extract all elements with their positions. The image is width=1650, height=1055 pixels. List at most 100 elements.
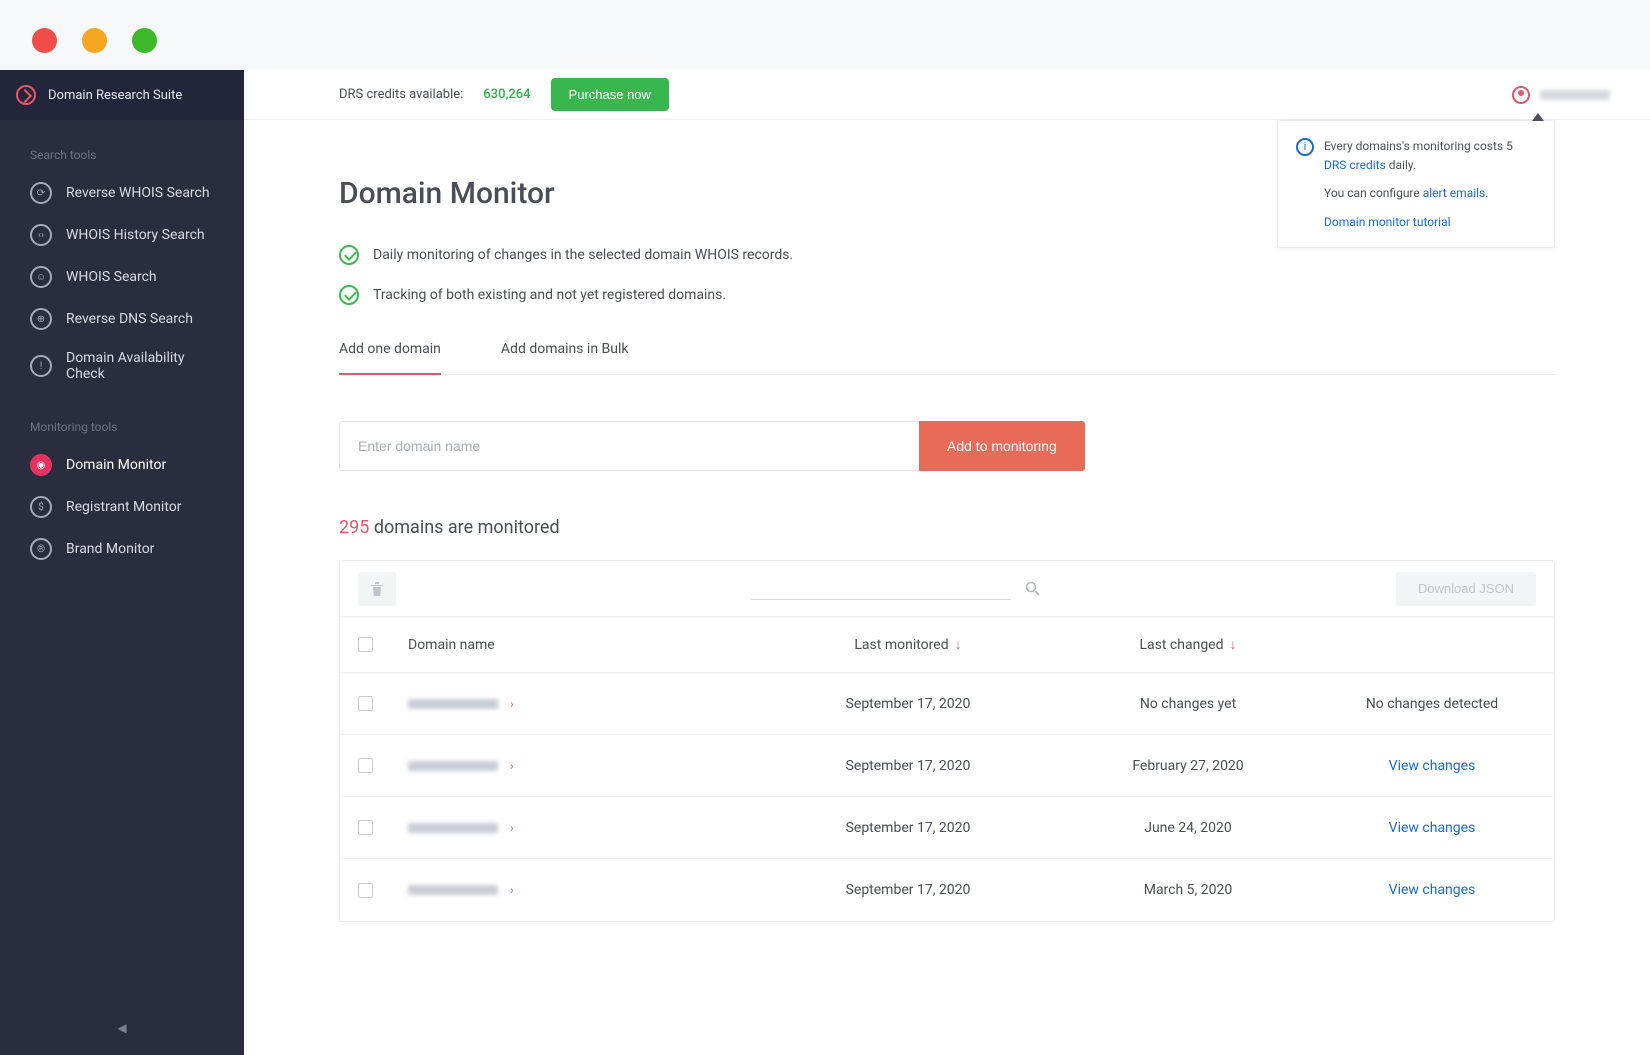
sort-arrow-icon: ↓ (955, 637, 962, 653)
close-window-dot[interactable] (32, 28, 57, 53)
table-row: › September 17, 2020 June 24, 2020 View … (340, 797, 1554, 859)
sidebar-section-search: Search tools (0, 120, 244, 172)
sidebar-item-registrant-monitor[interactable]: $ Registrant Monitor (0, 486, 244, 528)
popup-arrow-icon (1532, 113, 1544, 121)
sidebar-item-label: WHOIS Search (66, 269, 157, 285)
sidebar-item-domain-monitor[interactable]: ◉ Domain Monitor (0, 444, 244, 486)
feature-text: Daily monitoring of changes in the selec… (373, 247, 793, 263)
main-area: DRS credits available: 630,264 Purchase … (244, 70, 1650, 1055)
refresh-icon: ⟳ (30, 182, 52, 204)
last-changed-cell: February 27, 2020 (1048, 758, 1328, 774)
minimize-window-dot[interactable] (82, 28, 107, 53)
table-header: Domain name Last monitored↓ Last changed… (340, 617, 1554, 673)
collapse-sidebar-icon[interactable]: ◀ (0, 1001, 244, 1055)
download-json-button[interactable]: Download JSON (1396, 572, 1536, 606)
user-name-redacted (1540, 90, 1610, 100)
user-icon (1512, 86, 1530, 104)
sidebar-item-label: Domain Monitor (66, 457, 166, 473)
sort-arrow-icon: ↓ (1230, 637, 1237, 653)
sidebar-item-whois-history[interactable]: ‹› WHOIS History Search (0, 214, 244, 256)
sidebar-item-whois-search[interactable]: ☺ WHOIS Search (0, 256, 244, 298)
user-menu[interactable] (1512, 86, 1610, 104)
tabs: Add one domain Add domains in Bulk (339, 341, 1555, 375)
last-changed-cell: March 5, 2020 (1048, 882, 1328, 898)
row-checkbox[interactable] (358, 696, 373, 711)
table-row: › September 17, 2020 February 27, 2020 V… (340, 735, 1554, 797)
table-row: › September 17, 2020 March 5, 2020 View … (340, 859, 1554, 921)
domain-cell[interactable]: › (408, 759, 768, 773)
domain-name-redacted (408, 761, 498, 771)
sidebar-item-brand-monitor[interactable]: ® Brand Monitor (0, 528, 244, 570)
drs-credits-link[interactable]: DRS credits (1324, 158, 1386, 172)
chevron-right-icon: › (510, 759, 514, 773)
domain-cell[interactable]: › (408, 883, 768, 897)
alert-icon: ! (30, 355, 52, 377)
domain-cell[interactable]: › (408, 697, 768, 711)
info-text-2: You can configure alert emails. (1324, 184, 1536, 203)
info-text-1: Every domains's monitoring costs 5 DRS c… (1324, 137, 1536, 174)
brand-title: Domain Research Suite (48, 88, 182, 103)
sidebar-item-label: Domain Availability Check (66, 350, 226, 382)
last-monitored-cell: September 17, 2020 (768, 882, 1048, 898)
sidebar-item-label: Brand Monitor (66, 541, 154, 557)
target-icon: ◉ (30, 454, 52, 476)
sidebar-item-reverse-whois[interactable]: ⟳ Reverse WHOIS Search (0, 172, 244, 214)
domain-name-redacted (408, 699, 498, 709)
person-icon: ☺ (30, 266, 52, 288)
last-monitored-cell: September 17, 2020 (768, 820, 1048, 836)
domain-cell[interactable]: › (408, 821, 768, 835)
sidebar-item-label: Reverse WHOIS Search (66, 185, 210, 201)
domain-input[interactable] (339, 421, 919, 471)
table-row: › September 17, 2020 No changes yet No c… (340, 673, 1554, 735)
count-text: domains are monitored (369, 517, 559, 538)
chevron-right-icon: › (510, 883, 514, 897)
feature-item: Tracking of both existing and not yet re… (339, 285, 1555, 305)
info-popup: i Every domains's monitoring costs 5 DRS… (1277, 120, 1555, 248)
row-action[interactable]: View changes (1328, 820, 1536, 836)
row-action[interactable]: View changes (1328, 882, 1536, 898)
tab-add-bulk[interactable]: Add domains in Bulk (501, 341, 629, 374)
maximize-window-dot[interactable] (132, 28, 157, 53)
sidebar-item-reverse-dns[interactable]: ⊕ Reverse DNS Search (0, 298, 244, 340)
monitored-count: 295 domains are monitored (339, 517, 1555, 538)
registered-icon: ® (30, 538, 52, 560)
purchase-button[interactable]: Purchase now (551, 78, 669, 111)
credits-value: 630,264 (483, 87, 530, 102)
window-traffic-lights (0, 0, 1650, 70)
row-checkbox[interactable] (358, 758, 373, 773)
table-search-input[interactable] (751, 578, 1011, 600)
tab-add-one[interactable]: Add one domain (339, 341, 441, 375)
feature-text: Tracking of both existing and not yet re… (373, 287, 726, 303)
row-checkbox[interactable] (358, 883, 373, 898)
row-checkbox[interactable] (358, 820, 373, 835)
sidebar-item-domain-availability[interactable]: ! Domain Availability Check (0, 340, 244, 392)
delete-button[interactable] (358, 572, 396, 606)
add-to-monitoring-button[interactable]: Add to monitoring (919, 421, 1085, 471)
table-toolbar: Download JSON (340, 561, 1554, 617)
chevron-right-icon: › (510, 697, 514, 711)
last-changed-cell: June 24, 2020 (1048, 820, 1328, 836)
check-icon (339, 245, 359, 265)
domains-table: Download JSON Domain name Last monitored… (339, 560, 1555, 922)
brand-header[interactable]: Domain Research Suite (0, 70, 244, 120)
last-monitored-cell: September 17, 2020 (768, 758, 1048, 774)
trash-icon (370, 581, 384, 597)
sidebar-item-label: Reverse DNS Search (66, 311, 193, 327)
search-icon[interactable] (1025, 581, 1040, 596)
sidebar: Domain Research Suite Search tools ⟳ Rev… (0, 70, 244, 1055)
credits-label: DRS credits available: (339, 87, 463, 102)
info-icon: i (1296, 138, 1314, 156)
sidebar-item-label: WHOIS History Search (66, 227, 205, 243)
sidebar-section-monitoring: Monitoring tools (0, 392, 244, 444)
last-changed-cell: No changes yet (1048, 696, 1328, 712)
alert-emails-link[interactable]: alert emails (1423, 186, 1486, 200)
select-all-checkbox[interactable] (358, 637, 373, 652)
col-domain[interactable]: Domain name (408, 637, 768, 653)
check-icon (339, 285, 359, 305)
chevron-right-icon: › (510, 821, 514, 835)
col-last-changed[interactable]: Last changed↓ (1048, 636, 1328, 653)
dollar-icon: $ (30, 496, 52, 518)
tutorial-link[interactable]: Domain monitor tutorial (1324, 215, 1451, 229)
col-last-monitored[interactable]: Last monitored↓ (768, 636, 1048, 653)
row-action[interactable]: View changes (1328, 758, 1536, 774)
